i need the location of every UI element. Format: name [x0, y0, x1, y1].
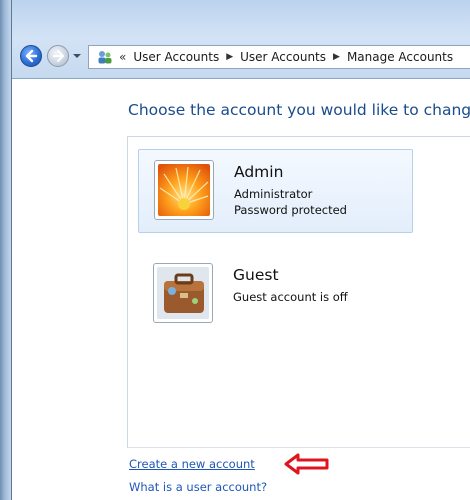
- briefcase-icon: [157, 267, 209, 319]
- breadcrumb-item-user-accounts-2[interactable]: User Accounts: [240, 50, 326, 64]
- window-left-border: [0, 0, 12, 500]
- account-tile-guest[interactable]: Guest Guest account is off: [138, 253, 413, 337]
- chevron-right-icon[interactable]: ▶: [333, 52, 340, 62]
- chevron-right-icon[interactable]: ▶: [226, 52, 233, 62]
- account-name: Admin: [234, 163, 284, 181]
- address-bar[interactable]: « User Accounts ▶ User Accounts ▶ Manage…: [88, 45, 470, 69]
- breadcrumb-item-user-accounts-1[interactable]: User Accounts: [133, 50, 219, 64]
- account-type: Administrator: [234, 187, 313, 201]
- account-type: Guest account is off: [233, 290, 348, 304]
- account-tile-admin[interactable]: Admin Administrator Password protected: [138, 149, 413, 233]
- breadcrumb: « User Accounts ▶ User Accounts ▶ Manage…: [97, 46, 453, 68]
- create-new-account-link[interactable]: Create a new account: [129, 457, 255, 471]
- page-title: Choose the account you would like to cha…: [128, 101, 470, 119]
- recent-pages-dropdown-icon[interactable]: [72, 51, 82, 61]
- breadcrumb-overflow[interactable]: «: [119, 50, 126, 64]
- account-picture: [153, 263, 213, 323]
- main-content: Choose the account you would like to cha…: [13, 79, 470, 500]
- back-button[interactable]: [20, 45, 42, 67]
- account-picture: [154, 160, 214, 220]
- arrow-left-icon: [25, 49, 38, 63]
- arrow-right-icon: [52, 49, 65, 63]
- forward-button[interactable]: [47, 45, 69, 67]
- account-name: Guest: [233, 266, 279, 284]
- user-accounts-icon: [98, 51, 112, 64]
- flower-icon: [158, 164, 210, 216]
- what-is-user-account-link[interactable]: What is a user account?: [129, 480, 267, 494]
- breadcrumb-item-manage-accounts[interactable]: Manage Accounts: [347, 50, 453, 64]
- account-detail: Password protected: [234, 203, 347, 217]
- arrow-left-icon: [284, 453, 329, 475]
